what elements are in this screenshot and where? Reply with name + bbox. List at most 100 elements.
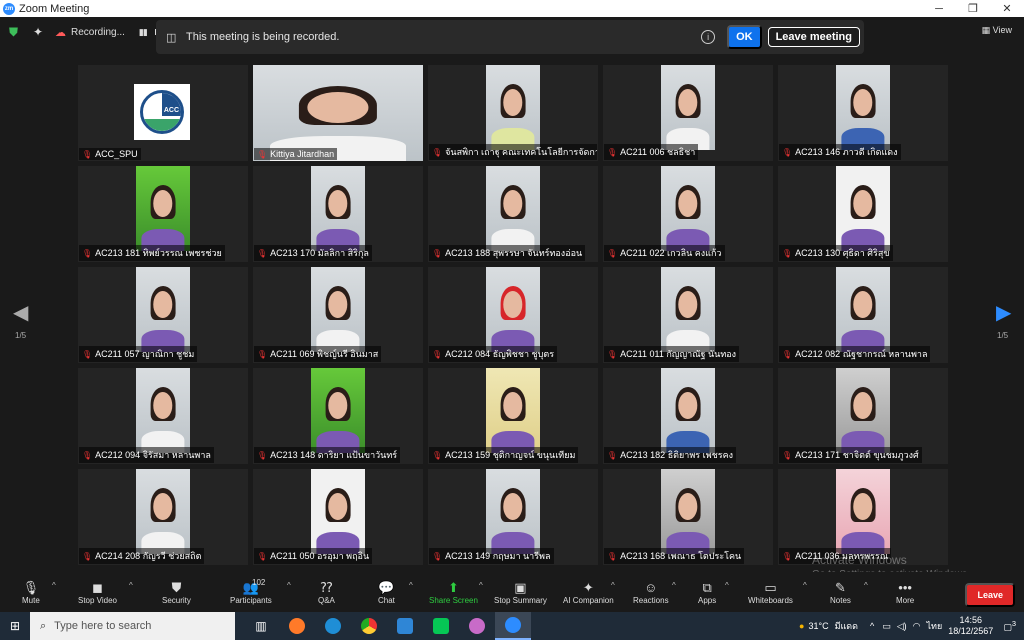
participant-tile[interactable]: 🎙 AC211 069 พิชญ์นรี อินมาส	[253, 267, 423, 363]
participant-tile[interactable]: 🎙 AC213 170 มัลลิกา สิริกุล	[253, 166, 423, 262]
next-page-icon[interactable]: ▶	[996, 300, 1011, 325]
clock[interactable]: 14:56 18/12/2567	[948, 615, 993, 637]
security-button[interactable]: ⛊ Security	[162, 579, 191, 605]
participant-name-label: 🎙 AC213 171 ชาจิตต์ ขุนชมภูวงศ์	[779, 447, 922, 463]
participant-tile[interactable]: 🎙 AC213 168 เพณาธ โตประโคน	[603, 469, 773, 565]
participant-tile[interactable]: 🎙 AC211 057 ญาณิกา ชูชม	[78, 267, 248, 363]
participant-tile[interactable]: 🎙 AC212 094 จิรัสมา หลานพาล	[78, 368, 248, 464]
mute-button[interactable]: 🎙 Mute	[22, 579, 40, 605]
participant-tile[interactable]: 🎙 จันสพิกา เถาฐุ คณะเทคโนโลยีการจัดการ	[428, 65, 598, 161]
participants-button[interactable]: 👥 102 Participants	[230, 578, 272, 605]
notes-button[interactable]: ✎ Notes	[830, 579, 851, 605]
participant-tile[interactable]: 🎙 AC213 148 ดาริยา แป้นขาวันทร์	[253, 368, 423, 464]
reactions-chevron-icon[interactable]: ^	[672, 581, 676, 590]
participant-tile[interactable]: 🎙 AC211 011 กัญญาณัฐ นันทอง	[603, 267, 773, 363]
participant-name-label: 🎙 AC212 084 ธัญพิชชา ชูบุตร	[429, 346, 558, 362]
muted-mic-icon: 🎙	[782, 349, 793, 359]
whiteboards-chevron-icon[interactable]: ^	[803, 581, 807, 590]
pause-recording-icon[interactable]: ▮▮	[139, 27, 148, 38]
participant-tile[interactable]: 🎙 AC211 036 มลทรพรรณ	[778, 469, 948, 565]
line-app-icon[interactable]	[423, 612, 459, 640]
chat-chevron-icon[interactable]: ^	[409, 581, 413, 590]
notification-icon[interactable]: ▢3	[1003, 619, 1016, 633]
participant-tile[interactable]: 🎙 AC211 022 เกวลิน คงแก้ว	[603, 166, 773, 262]
participant-tile[interactable]: 🎙 AC211 006 ชลธิชา	[603, 65, 773, 161]
participant-name: AC213 148 ดาริยา แป้นขาวันทร์	[270, 450, 398, 460]
participant-name: Kittiya Jitardhan	[270, 149, 335, 159]
edge-icon[interactable]	[315, 612, 351, 640]
participant-tile[interactable]: 🎙 AC213 130 ศุธิดา ศิริสุข	[778, 166, 948, 262]
participant-name: AC213 146 ภาวดี เกิดแดง	[795, 147, 898, 157]
apps-label: Apps	[698, 596, 717, 605]
participant-tile[interactable]: 🎙 AC213 182 ธิติยาพร เพชรคง	[603, 368, 773, 464]
participant-name: AC211 069 พิชญ์นรี อินมาส	[270, 349, 379, 359]
network-icon[interactable]: ▭	[882, 621, 891, 632]
ok-button[interactable]: OK	[727, 25, 762, 49]
participant-tile[interactable]: 🎙 AC214 208 กัญรวี ช่วยสถิต	[78, 469, 248, 565]
previous-page-icon[interactable]: ◀	[13, 300, 28, 325]
stop-summary-button[interactable]: ▣ Stop Summary	[494, 579, 547, 605]
stop-video-button[interactable]: ◼ Stop Video	[78, 579, 117, 605]
leave-meeting-button[interactable]: Leave meeting	[767, 27, 860, 47]
security-shield-icon[interactable]: ⛊	[9, 25, 23, 40]
participant-tile[interactable]: 🎙 AC213 159 ชุติกาญจน์ ขนุนเทียม	[428, 368, 598, 464]
participant-tile[interactable]: 🎙 Kittiya Jitardhan	[253, 65, 423, 161]
share-screen-label: Share Screen	[429, 596, 478, 605]
security-label: Security	[162, 596, 191, 605]
participant-tile[interactable]: 🎙 AC211 050 อรอุมา พฤอิน	[253, 469, 423, 565]
whiteboards-label: Whiteboards	[748, 596, 793, 605]
participant-name-label: 🎙 จันสพิกา เถาฐุ คณะเทคโนโลยีการจัดการ	[429, 144, 597, 160]
notes-chevron-icon[interactable]: ^	[864, 581, 868, 590]
apps-button[interactable]: ⧉ Apps	[698, 579, 716, 605]
participant-video	[136, 469, 190, 554]
participant-tile[interactable]: 🎙 AC212 084 ธัญพิชชา ชูบุตร	[428, 267, 598, 363]
participant-video	[836, 469, 890, 554]
firefox-icon[interactable]	[279, 612, 315, 640]
participant-tile[interactable]: 🎙 AC213 171 ชาจิตต์ ขุนชมภูวงศ์	[778, 368, 948, 464]
view-button[interactable]: ▦ View	[982, 25, 1012, 36]
participant-tile[interactable]: 🎙 AC213 146 ภาวดี เกิดแดง	[778, 65, 948, 161]
ai-spark-icon[interactable]: ✦	[33, 25, 47, 39]
taskbar-search[interactable]: ⌕ Type here to search	[30, 612, 235, 640]
mail-icon[interactable]	[387, 612, 423, 640]
minimize-icon[interactable]: ─	[922, 3, 956, 15]
more-button[interactable]: ••• More	[896, 579, 914, 605]
task-view-icon[interactable]: ▥	[243, 612, 279, 640]
zoom-taskbar-icon[interactable]	[495, 612, 531, 640]
chat-button[interactable]: 💬 Chat	[378, 579, 395, 605]
participant-name: AC211 050 อรอุมา พฤอิน	[270, 551, 370, 561]
reactions-button[interactable]: ☺ Reactions	[633, 579, 669, 605]
participants-chevron-icon[interactable]: ^	[287, 581, 291, 590]
volume-icon[interactable]: ◁)	[897, 621, 907, 632]
audio-options-chevron-icon[interactable]: ^	[52, 581, 56, 590]
participant-tile[interactable]: 🎙 AC213 188 สุพรรษา จันทร์ทองอ่อน	[428, 166, 598, 262]
participant-name: AC213 182 ธิติยาพร เพชรคง	[620, 450, 733, 460]
participant-tile[interactable]: 🎙 AC213 149 กฤษมา นารีพล	[428, 469, 598, 565]
info-icon[interactable]: i	[701, 30, 716, 44]
participant-tile[interactable]: ACC 🎙 ACC_SPU	[78, 65, 248, 161]
tray-chevron-icon[interactable]: ^	[870, 621, 874, 631]
participant-tile[interactable]: 🎙 AC212 082 ณัฐชากรณ์ หลานพาล	[778, 267, 948, 363]
chrome-icon[interactable]	[351, 612, 387, 640]
recording-indicator[interactable]: ☁ Recording...	[55, 26, 125, 39]
participant-tile[interactable]: 🎙 AC213 181 ทิพย์วรรณ เพชรช่วย	[78, 166, 248, 262]
apps-chevron-icon[interactable]: ^	[725, 581, 729, 590]
leave-button[interactable]: Leave	[965, 583, 1015, 607]
wifi-icon[interactable]: ◠	[913, 621, 921, 632]
windows-start-icon[interactable]: ⊞	[0, 619, 30, 633]
share-chevron-icon[interactable]: ^	[479, 581, 483, 590]
video-options-chevron-icon[interactable]: ^	[129, 581, 133, 590]
whiteboards-button[interactable]: ▭ Whiteboards	[748, 579, 793, 605]
close-icon[interactable]: ✕	[990, 2, 1024, 15]
ai-chevron-icon[interactable]: ^	[611, 581, 615, 590]
record-camera-icon: ◫	[166, 31, 177, 44]
language-indicator[interactable]: ไทย	[927, 619, 943, 633]
share-screen-button[interactable]: ⬆ Share Screen	[429, 579, 478, 605]
muted-mic-icon: 🎙	[432, 450, 443, 460]
participant-name: AC211 006 ชลธิชา	[620, 147, 696, 157]
ai-companion-button[interactable]: ✦ AI Companion	[563, 579, 614, 605]
chrome-profile-icon[interactable]	[459, 612, 495, 640]
qa-button[interactable]: ⁇ Q&A	[318, 579, 335, 605]
participant-name: AC214 208 กัญรวี ช่วยสถิต	[95, 551, 202, 561]
restore-icon[interactable]: ❐	[956, 2, 990, 15]
